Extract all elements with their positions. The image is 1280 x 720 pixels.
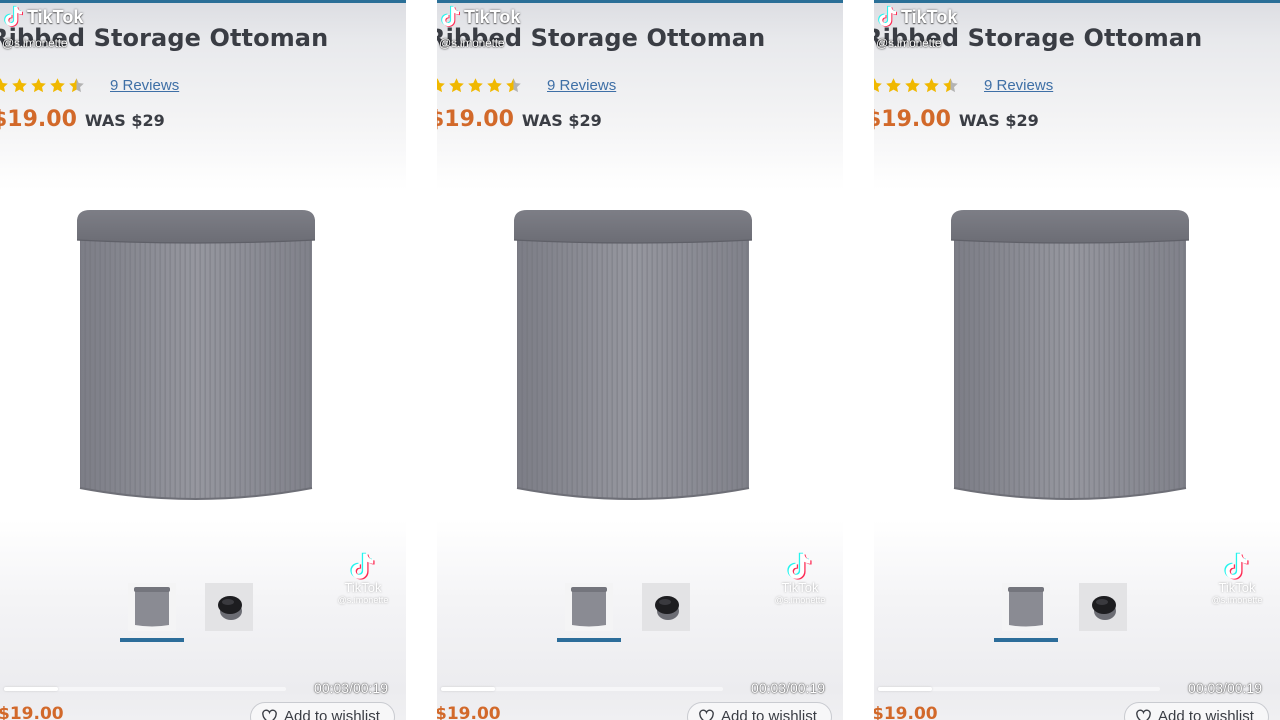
wishlist-label: Add to wishlist	[284, 708, 380, 720]
tiktok-brand-label: TikTok	[464, 6, 521, 27]
tiktok-brand-label: TikTok	[901, 6, 958, 27]
sticky-price: $19.00	[0, 704, 64, 720]
star-rating	[0, 77, 96, 94]
original-price: WAS $29	[958, 111, 1039, 130]
video-progress-fill	[4, 687, 58, 691]
tiktok-brand-label: TikTok	[27, 6, 84, 27]
video-panel-center: Ribbed Storage Ottoman TikTok @s.imonett…	[437, 0, 843, 720]
tiktok-watermark-icon	[787, 552, 813, 582]
thumbnail-ottoman-top[interactable]	[205, 583, 253, 631]
rating-row: 9 Reviews	[437, 74, 616, 96]
sticky-price: $19.00	[874, 704, 938, 720]
tiktok-icon	[878, 5, 898, 29]
star-full-icon	[437, 77, 446, 94]
tiktok-username: @s.imonette	[2, 36, 68, 50]
rating-row: 9 Reviews	[0, 74, 179, 96]
heart-icon	[699, 709, 714, 720]
star-full-icon	[0, 77, 9, 94]
star-full-icon	[30, 77, 47, 94]
thumbnail-ottoman-top[interactable]	[1079, 583, 1127, 631]
heart-icon	[1136, 709, 1151, 720]
selected-thumbnail-indicator	[557, 638, 621, 642]
tiktok-watermark: TikTok @s.imonette	[765, 552, 835, 605]
star-full-icon	[904, 77, 921, 94]
original-price: WAS $29	[84, 111, 165, 130]
star-full-icon	[885, 77, 902, 94]
reviews-link[interactable]: 9 Reviews	[984, 77, 1053, 94]
tiktok-logo: TikTok	[441, 3, 520, 31]
product-image	[513, 210, 753, 500]
star-half-icon	[68, 77, 85, 94]
tiktok-watermark: TikTok @s.imonette	[328, 552, 398, 605]
star-rating	[437, 77, 533, 94]
tiktok-logo: TikTok	[878, 3, 957, 31]
star-half-icon	[505, 77, 522, 94]
thumbnail-ottoman-front[interactable]	[1002, 583, 1050, 631]
price-row: $19.00 WAS $29	[437, 107, 602, 132]
star-full-icon	[448, 77, 465, 94]
video-time: 00:03/00:19	[314, 680, 388, 696]
tiktok-username: @s.imonette	[876, 36, 942, 50]
tiktok-icon	[4, 5, 24, 29]
video-progress-bar[interactable]	[4, 687, 286, 691]
reviews-link[interactable]: 9 Reviews	[110, 77, 179, 94]
video-progress-fill	[878, 687, 932, 691]
product-image	[950, 210, 1190, 500]
price-row: $19.00 WAS $29	[874, 107, 1039, 132]
star-full-icon	[486, 77, 503, 94]
selected-thumbnail-indicator	[120, 638, 184, 642]
tiktok-watermark-label: TikTok	[344, 580, 382, 595]
current-price: $19.00	[0, 107, 77, 132]
tiktok-watermark-username: @s.imonette	[774, 595, 826, 605]
video-time: 00:03/00:19	[1188, 680, 1262, 696]
reviews-link[interactable]: 9 Reviews	[547, 77, 616, 94]
wishlist-label: Add to wishlist	[721, 708, 817, 720]
tiktok-watermark-label: TikTok	[781, 580, 819, 595]
video-progress-fill	[441, 687, 495, 691]
video-panel-left: Ribbed Storage Ottoman TikTok @s.imonett…	[0, 0, 406, 720]
tiktok-icon	[441, 5, 461, 29]
star-full-icon	[49, 77, 66, 94]
tiktok-watermark-icon	[1224, 552, 1250, 582]
selected-thumbnail-indicator	[994, 638, 1058, 642]
star-full-icon	[11, 77, 28, 94]
tiktok-watermark-label: TikTok	[1218, 580, 1256, 595]
sticky-price: $19.00	[437, 704, 501, 720]
tiktok-username: @s.imonette	[439, 36, 505, 50]
tiktok-watermark: TikTok @s.imonette	[1202, 552, 1272, 605]
thumbnail-ottoman-front[interactable]	[565, 583, 613, 631]
star-full-icon	[923, 77, 940, 94]
star-full-icon	[874, 77, 883, 94]
tiktok-watermark-icon	[350, 552, 376, 582]
add-to-wishlist-button[interactable]: Add to wishlist	[250, 702, 395, 720]
tiktok-watermark-username: @s.imonette	[337, 595, 389, 605]
star-half-icon	[942, 77, 959, 94]
rating-row: 9 Reviews	[874, 74, 1053, 96]
current-price: $19.00	[437, 107, 514, 132]
star-full-icon	[467, 77, 484, 94]
price-row: $19.00 WAS $29	[0, 107, 165, 132]
tiktok-logo: TikTok	[4, 3, 83, 31]
thumbnail-ottoman-top[interactable]	[642, 583, 690, 631]
video-progress-bar[interactable]	[878, 687, 1160, 691]
wishlist-label: Add to wishlist	[1158, 708, 1254, 720]
heart-icon	[262, 709, 277, 720]
video-progress-bar[interactable]	[441, 687, 723, 691]
thumbnail-ottoman-front[interactable]	[128, 583, 176, 631]
video-time: 00:03/00:19	[751, 680, 825, 696]
star-rating	[874, 77, 970, 94]
add-to-wishlist-button[interactable]: Add to wishlist	[687, 702, 832, 720]
original-price: WAS $29	[521, 111, 602, 130]
current-price: $19.00	[874, 107, 951, 132]
video-panel-right: Ribbed Storage Ottoman TikTok @s.imonett…	[874, 0, 1280, 720]
product-image	[76, 210, 316, 500]
add-to-wishlist-button[interactable]: Add to wishlist	[1124, 702, 1269, 720]
tiktok-watermark-username: @s.imonette	[1211, 595, 1263, 605]
